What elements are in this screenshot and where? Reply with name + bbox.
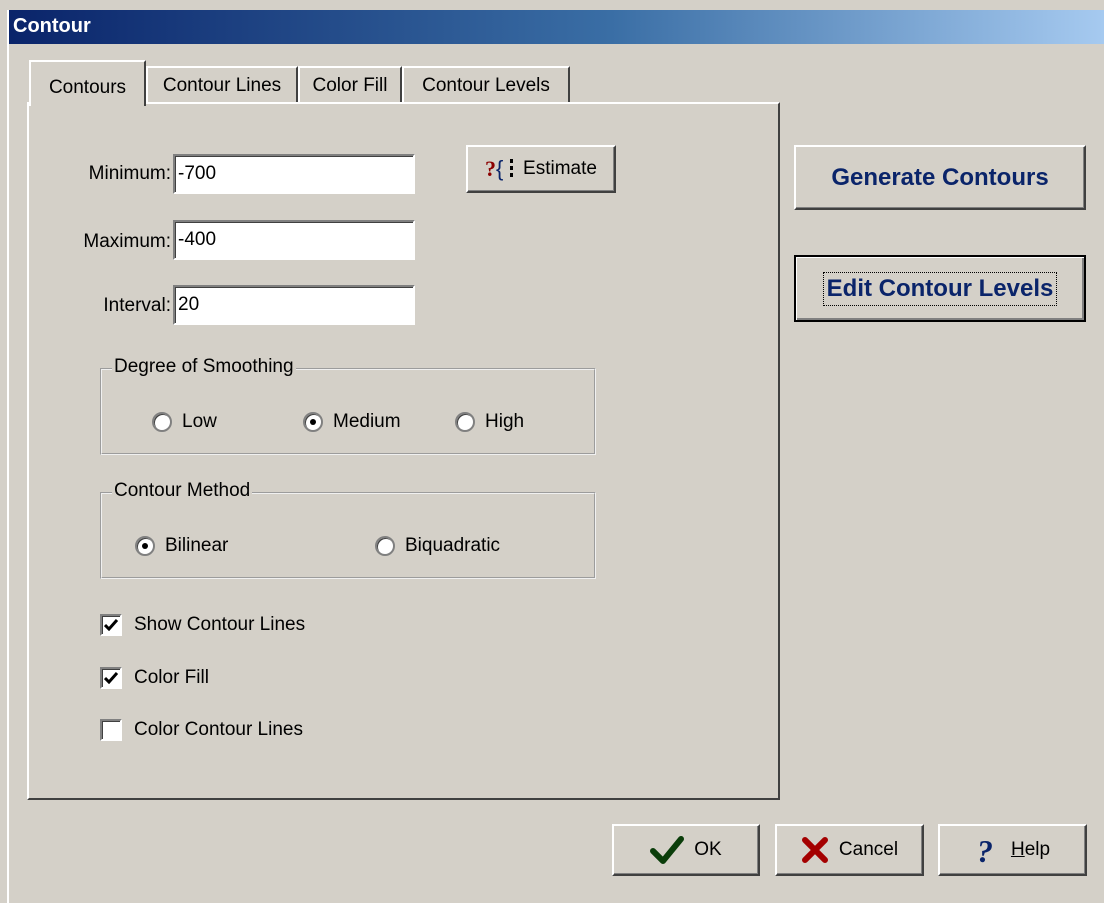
estimate-label: Estimate [523, 158, 597, 179]
checkmark-icon [650, 836, 685, 864]
edit-contour-levels-button[interactable]: Edit Contour Levels [794, 255, 1086, 322]
minimum-label: Minimum: [88, 163, 171, 184]
tab-label: Contour Lines [162, 75, 282, 96]
tab-contours[interactable]: Contours [29, 60, 146, 106]
svg-text:?: ? [485, 156, 496, 181]
title-bar[interactable]: Contour [9, 10, 1104, 44]
smoothing-high-radio[interactable]: High [455, 411, 524, 433]
generate-contours-button[interactable]: Generate Contours [794, 145, 1086, 210]
smoothing-group: Degree of Smoothing Low Medium High [100, 356, 596, 455]
tab-label: Color Fill [312, 75, 388, 96]
contour-method-legend: Contour Method [112, 480, 253, 502]
tab-color-fill[interactable]: Color Fill [298, 66, 402, 102]
checkbox-label: Show Contour Lines [134, 614, 306, 635]
minimum-input[interactable] [173, 154, 415, 194]
checkbox-box [100, 719, 122, 741]
radio-circle [152, 412, 172, 432]
question-icon: ? [975, 835, 1001, 865]
checkbox-box [100, 667, 122, 689]
radio-selected-dot [310, 419, 316, 425]
contours-tab-panel: Minimum: Maximum: Interval: ? { Estimate… [27, 102, 780, 800]
maximum-input[interactable] [173, 220, 415, 260]
radio-label: Medium [333, 411, 401, 432]
checkmark-icon [104, 619, 118, 631]
window-title: Contour [13, 15, 91, 37]
smoothing-legend: Degree of Smoothing [112, 356, 296, 378]
interval-label: Interval: [103, 295, 171, 316]
smoothing-low-radio[interactable]: Low [152, 411, 217, 433]
estimate-button[interactable]: ? { Estimate [466, 145, 616, 193]
checkbox-box [100, 614, 122, 636]
radio-circle [375, 536, 395, 556]
contour-dialog: Contour Contours Contour Lines Color Fil… [0, 0, 1104, 903]
question-bracket-icon: ? { [485, 156, 517, 182]
window-border [7, 10, 9, 903]
cancel-button[interactable]: Cancel [775, 824, 924, 876]
tab-contour-levels[interactable]: Contour Levels [402, 66, 570, 102]
ok-button[interactable]: OK [612, 824, 760, 876]
help-button[interactable]: ? Help [938, 824, 1087, 876]
radio-circle [303, 412, 323, 432]
contour-method-group: Contour Method Bilinear Biquadratic [100, 480, 596, 579]
method-bilinear-radio[interactable]: Bilinear [135, 535, 228, 557]
tab-label: Contours [48, 77, 127, 98]
smoothing-medium-radio[interactable]: Medium [303, 411, 401, 433]
radio-label: Bilinear [165, 535, 229, 556]
edit-contour-levels-label: Edit Contour Levels [822, 271, 1058, 306]
radio-circle [455, 412, 475, 432]
interval-input[interactable] [173, 285, 415, 325]
maximum-label: Maximum: [83, 231, 171, 252]
color-contour-lines-checkbox[interactable]: Color Contour Lines [100, 719, 303, 741]
radio-label: High [485, 411, 525, 432]
show-contour-lines-checkbox[interactable]: Show Contour Lines [100, 614, 305, 636]
cancel-label: Cancel [838, 839, 899, 860]
radio-circle [135, 536, 155, 556]
checkbox-label: Color Fill [134, 667, 209, 688]
checkbox-label: Color Contour Lines [134, 719, 303, 740]
generate-contours-label: Generate Contours [831, 163, 1049, 191]
radio-label: Biquadratic [405, 535, 501, 556]
help-label: Help [1010, 839, 1051, 860]
tab-contour-lines[interactable]: Contour Lines [146, 66, 298, 102]
svg-text:?: ? [977, 835, 993, 865]
checkmark-icon [104, 672, 118, 684]
svg-text:{: { [496, 156, 503, 181]
color-fill-checkbox[interactable]: Color Fill [100, 667, 209, 689]
radio-selected-dot [142, 543, 148, 549]
x-icon [801, 836, 829, 864]
ok-label: OK [694, 839, 722, 860]
tab-label: Contour Levels [422, 75, 550, 96]
radio-label: Low [182, 411, 217, 432]
method-biquadratic-radio[interactable]: Biquadratic [375, 535, 500, 557]
